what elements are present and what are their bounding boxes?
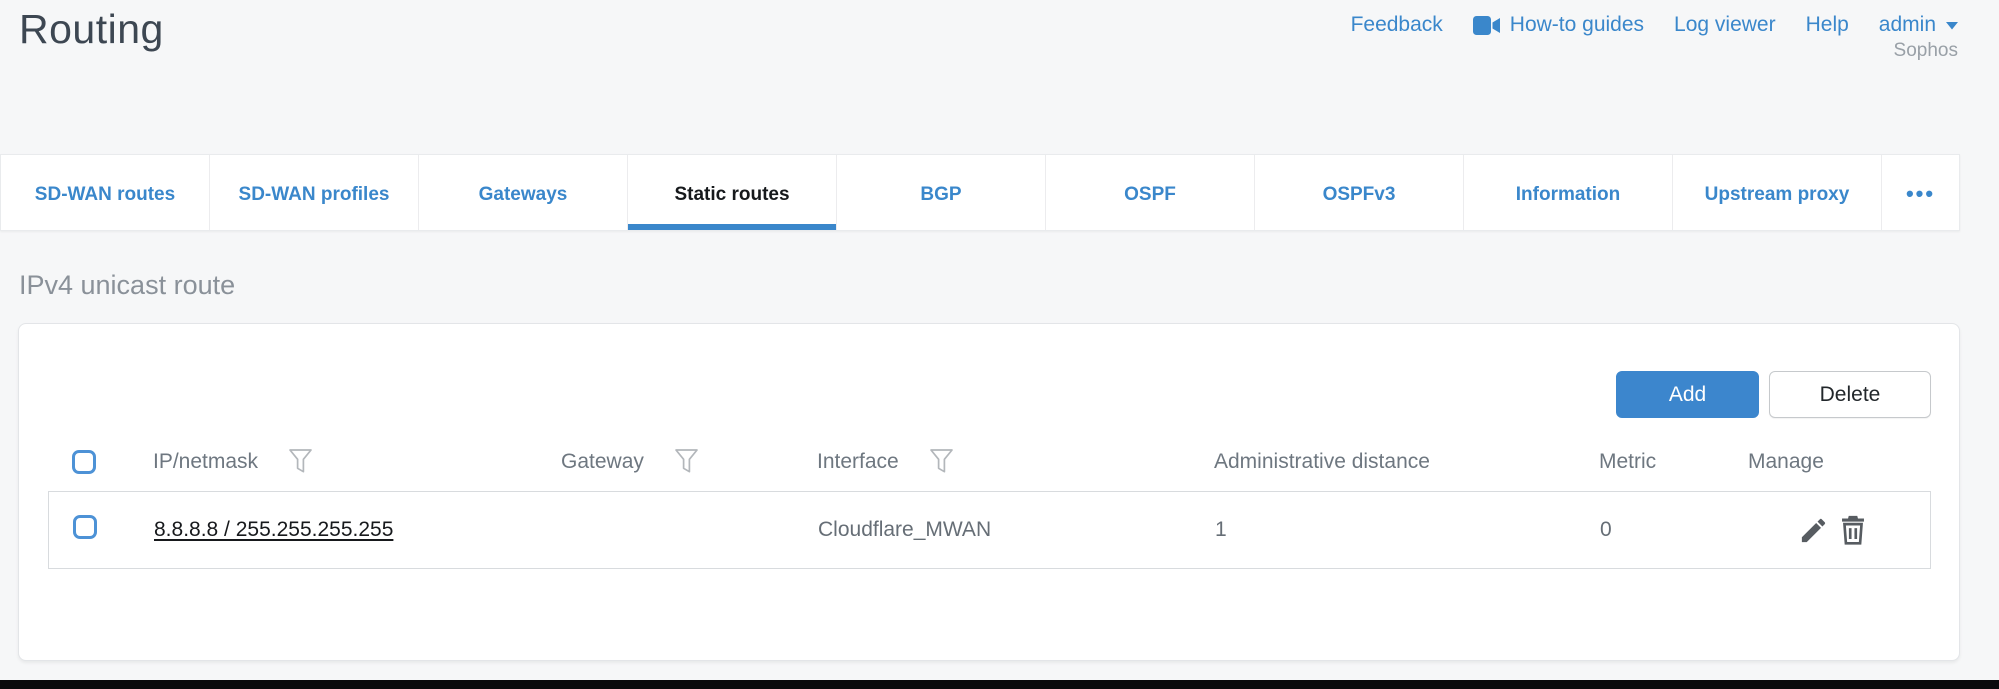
route-link[interactable]: 8.8.8.8 / 255.255.255.255 bbox=[154, 518, 393, 541]
tab-label: SD-WAN routes bbox=[35, 184, 175, 206]
ipv4-unicast-route-panel: Add Delete IP/netmask Gateway Interface bbox=[18, 323, 1960, 661]
column-header-interface: Interface bbox=[817, 450, 899, 474]
howto-guides-link[interactable]: How-to guides bbox=[1473, 13, 1644, 37]
feedback-label: Feedback bbox=[1351, 13, 1443, 37]
edit-icon[interactable] bbox=[1798, 515, 1829, 546]
filter-icon[interactable] bbox=[674, 448, 699, 475]
log-viewer-label: Log viewer bbox=[1674, 13, 1776, 37]
tab-information[interactable]: Information bbox=[1464, 155, 1673, 230]
table-row: 8.8.8.8 / 255.255.255.255 Cloudflare_MWA… bbox=[48, 491, 1931, 569]
manage-cell bbox=[1749, 515, 1930, 546]
tab-bgp[interactable]: BGP bbox=[837, 155, 1046, 230]
tab-ospfv3[interactable]: OSPFv3 bbox=[1255, 155, 1464, 230]
tab-label: Gateways bbox=[479, 184, 568, 206]
tab-ospf[interactable]: OSPF bbox=[1046, 155, 1255, 230]
ellipsis-icon: ••• bbox=[1906, 181, 1935, 207]
user-menu-label: admin bbox=[1879, 13, 1936, 37]
caret-down-icon bbox=[1945, 21, 1959, 30]
column-header-admin-distance: Administrative distance bbox=[1214, 450, 1430, 474]
help-label: Help bbox=[1806, 13, 1849, 37]
select-all-checkbox[interactable] bbox=[72, 450, 96, 474]
tab-label: Information bbox=[1516, 184, 1621, 206]
add-button[interactable]: Add bbox=[1616, 371, 1759, 418]
tab-label: SD-WAN profiles bbox=[239, 184, 390, 206]
tab-label: BGP bbox=[920, 184, 961, 206]
tab-label: Upstream proxy bbox=[1705, 184, 1850, 206]
admin-distance-cell: 1 bbox=[1215, 518, 1600, 542]
user-menu[interactable]: admin bbox=[1879, 13, 1959, 37]
help-link[interactable]: Help bbox=[1806, 13, 1849, 37]
tab-sd-wan-profiles[interactable]: SD-WAN profiles bbox=[210, 155, 419, 230]
tab-static-routes[interactable]: Static routes bbox=[628, 155, 837, 230]
tab-sd-wan-routes[interactable]: SD-WAN routes bbox=[1, 155, 210, 230]
brand-label: Sophos bbox=[1894, 40, 1958, 62]
interface-cell: Cloudflare_MWAN bbox=[818, 518, 1215, 542]
metric-cell: 0 bbox=[1600, 518, 1749, 542]
feedback-link[interactable]: Feedback bbox=[1351, 13, 1443, 37]
tab-label: Static routes bbox=[674, 184, 789, 206]
delete-button[interactable]: Delete bbox=[1769, 371, 1931, 418]
section-heading: IPv4 unicast route bbox=[19, 270, 235, 301]
column-header-manage: Manage bbox=[1748, 450, 1824, 474]
table-toolbar: Add Delete bbox=[48, 371, 1931, 418]
tab-label: OSPF bbox=[1124, 184, 1176, 206]
column-header-ip-netmask: IP/netmask bbox=[153, 450, 258, 474]
row-checkbox[interactable] bbox=[73, 515, 97, 539]
tab-label: OSPFv3 bbox=[1323, 184, 1396, 206]
column-header-gateway: Gateway bbox=[561, 450, 644, 474]
column-header-metric: Metric bbox=[1599, 450, 1656, 474]
routing-page: Routing Feedback How-to guides Log viewe… bbox=[0, 0, 1999, 689]
table-header: IP/netmask Gateway Interface Administrat… bbox=[48, 438, 1931, 485]
top-nav: Feedback How-to guides Log viewer Help a… bbox=[1351, 13, 1959, 37]
tab-bar: SD-WAN routes SD-WAN profiles Gateways S… bbox=[0, 154, 1960, 231]
tabs-overflow-button[interactable]: ••• bbox=[1882, 155, 1959, 230]
tab-upstream-proxy[interactable]: Upstream proxy bbox=[1673, 155, 1882, 230]
delete-icon[interactable] bbox=[1840, 515, 1866, 545]
howto-guides-label: How-to guides bbox=[1510, 13, 1644, 37]
log-viewer-link[interactable]: Log viewer bbox=[1674, 13, 1776, 37]
window-bottom-edge bbox=[0, 680, 1999, 689]
page-title: Routing bbox=[19, 6, 164, 53]
tab-gateways[interactable]: Gateways bbox=[419, 155, 628, 230]
video-camera-icon bbox=[1473, 16, 1501, 35]
filter-icon[interactable] bbox=[929, 448, 954, 475]
filter-icon[interactable] bbox=[288, 448, 313, 475]
